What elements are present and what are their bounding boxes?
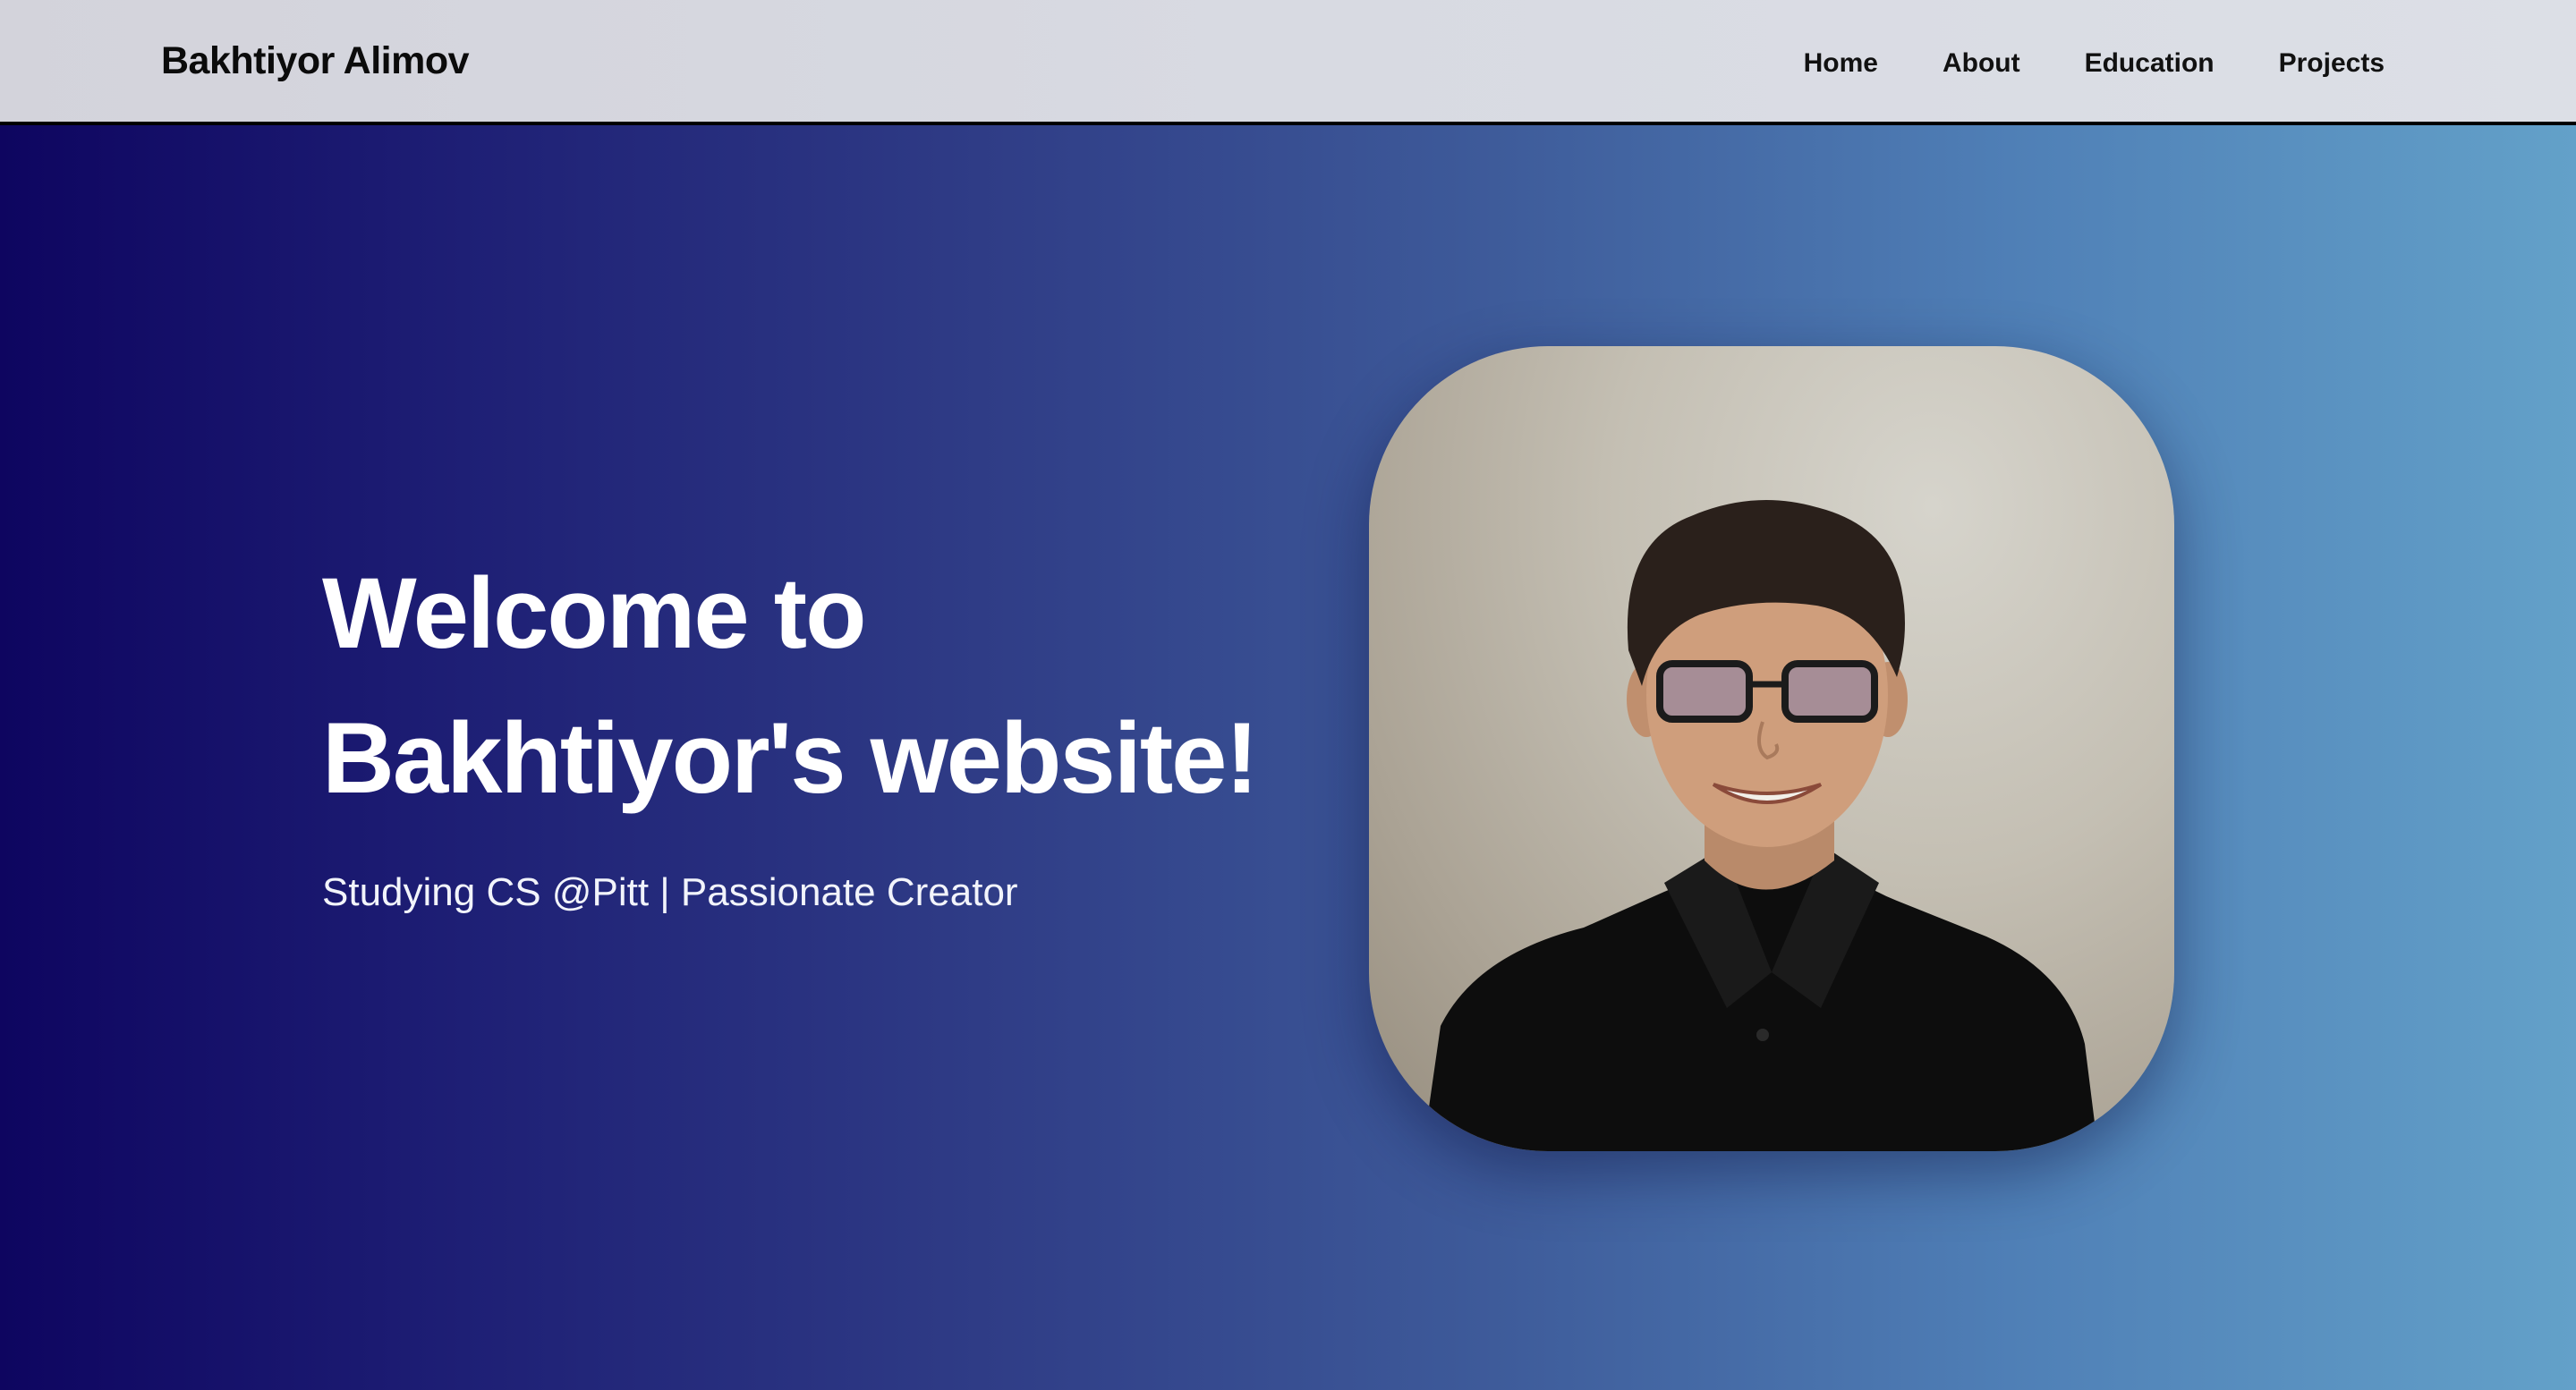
hero-subtitle: Studying CS @Pitt | Passionate Creator [322, 870, 1018, 914]
nav-link-education[interactable]: Education [2085, 48, 2215, 79]
hero-section: Welcome to Bakhtiyor's website! Studying… [322, 541, 1306, 915]
hero-title-line-2: Bakhtiyor's website! [322, 702, 1259, 814]
page: Bakhtiyor Alimov Home About Education Pr… [0, 0, 2576, 1390]
nav-link-projects[interactable]: Projects [2279, 48, 2385, 79]
nav-link-home[interactable]: Home [1804, 48, 1878, 79]
navbar: Bakhtiyor Alimov Home About Education Pr… [0, 0, 2576, 125]
brand-logo-link[interactable]: Bakhtiyor Alimov [161, 39, 470, 83]
nav-links: Home About Education Projects [1804, 48, 2385, 79]
nav-link-about[interactable]: About [1943, 48, 2020, 79]
hero-title-line-1: Welcome to [322, 557, 867, 669]
profile-photo [1369, 346, 2174, 1151]
hero-title: Welcome to Bakhtiyor's website! [322, 541, 1306, 831]
profile-photo-illustration [1423, 500, 2098, 1151]
